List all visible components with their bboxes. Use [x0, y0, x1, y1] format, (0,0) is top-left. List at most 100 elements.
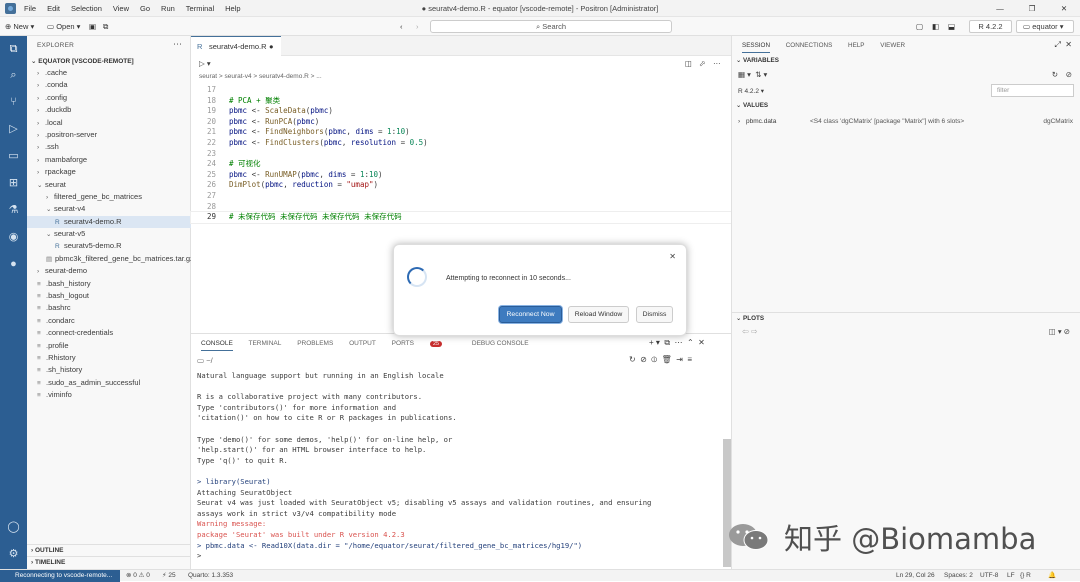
- tab-debug-console[interactable]: DEBUG CONSOLE: [472, 340, 529, 347]
- tab-problems[interactable]: PROBLEMS: [297, 340, 333, 347]
- notifications-icon[interactable]: 🔔: [1048, 570, 1056, 581]
- tree-folder[interactable]: › .conda: [27, 79, 191, 91]
- tree-folder[interactable]: › filtered_gene_bc_matrices: [27, 191, 191, 203]
- explorer-icon[interactable]: ⧉: [6, 42, 21, 57]
- account-icon[interactable]: ◯: [6, 520, 21, 535]
- timeline-section[interactable]: › TIMELINE: [27, 556, 191, 568]
- menu-item-selection[interactable]: Selection: [71, 4, 102, 13]
- variable-row[interactable]: › pbmc.data <S4 class 'dgCMatrix' [packa…: [732, 116, 1080, 128]
- code-line[interactable]: 25 pbmc <- RunUMAP(pbmc, dims = 1:10): [191, 170, 731, 181]
- remote-status[interactable]: Reconnecting to vscode-remote...: [0, 570, 120, 582]
- github-icon[interactable]: ●: [6, 257, 21, 272]
- search-box[interactable]: ⌕ Search: [430, 20, 672, 33]
- tab-help[interactable]: HELP: [848, 42, 864, 49]
- split-icon[interactable]: ⧉: [664, 338, 670, 347]
- code-editor[interactable]: 17 18 # PCA + 聚类 19 pbmc <- ScaleData(pbmc) 2…: [190, 85, 732, 224]
- tree-folder[interactable]: › rpackage: [27, 166, 191, 178]
- run-icon[interactable]: ▷ ▾: [199, 59, 211, 68]
- maximize-panel-icon[interactable]: ⌃: [687, 338, 694, 347]
- tab-console[interactable]: CONSOLE: [201, 340, 233, 351]
- code-line[interactable]: 20 pbmc <- RunPCA(pbmc): [191, 117, 731, 128]
- tree-file[interactable]: ≡ .bash_logout: [27, 290, 191, 302]
- tree-folder[interactable]: ⌄ seurat: [27, 179, 191, 191]
- tree-file[interactable]: ≡ .bash_history: [27, 278, 191, 290]
- code-line[interactable]: 22 pbmc <- FindClusters(pbmc, resolution …: [191, 138, 731, 149]
- dismiss-button[interactable]: Dismiss: [636, 306, 673, 323]
- testing-icon[interactable]: ⚗: [6, 203, 21, 218]
- ports-status[interactable]: ⚡ 25: [162, 570, 176, 581]
- filter-input[interactable]: filter: [991, 84, 1074, 97]
- code-line[interactable]: 19 pbmc <- ScaleData(pbmc): [191, 106, 731, 117]
- layout-icon[interactable]: ▢: [916, 20, 923, 33]
- maximize-button[interactable]: ❐: [1016, 0, 1048, 17]
- r-session-selector[interactable]: R 4.2.2 ▾: [738, 87, 764, 95]
- reconnect-now-button[interactable]: Reconnect Now: [499, 306, 562, 323]
- connections-icon[interactable]: ◉: [6, 230, 21, 245]
- code-line[interactable]: 28: [191, 202, 731, 213]
- menu-item-run[interactable]: Run: [161, 4, 175, 13]
- menu-icon[interactable]: ≡: [687, 355, 692, 364]
- search-icon[interactable]: ⌕: [6, 68, 21, 83]
- breadcrumb[interactable]: seurat > seurat-v4 > seuratv4-demo.R > .…: [199, 73, 322, 80]
- refresh-icon[interactable]: ↻: [1052, 70, 1058, 79]
- tree-file[interactable]: ≡ .bashrc: [27, 302, 191, 314]
- source-control-icon[interactable]: ⑂: [6, 95, 21, 110]
- indentation[interactable]: Spaces: 2: [944, 570, 973, 581]
- tab-ports[interactable]: PORTS 25: [392, 340, 456, 347]
- close-icon[interactable]: ✕: [1065, 40, 1072, 49]
- menu-item-file[interactable]: File: [24, 4, 36, 13]
- tree-file[interactable]: ≡ .connect-credentials: [27, 327, 191, 339]
- split-editor-icon[interactable]: ◫: [685, 59, 692, 68]
- variables-section[interactable]: ⌄ VARIABLES: [736, 57, 779, 64]
- code-line[interactable]: 26 DimPlot(pbmc, reduction = "umap"): [191, 180, 731, 191]
- code-line[interactable]: 29 # 未保存代码 未保存代码 未保存代码 未保存代码: [190, 211, 732, 224]
- tree-folder[interactable]: › .config: [27, 92, 191, 104]
- quarto-status[interactable]: Quarto: 1.3.353: [188, 570, 233, 581]
- panel-toggle-icon[interactable]: ⬓: [948, 20, 955, 33]
- wrap-icon[interactable]: ⇥: [676, 355, 683, 364]
- code-line[interactable]: 23: [191, 149, 731, 160]
- language-mode[interactable]: {} R: [1020, 570, 1031, 581]
- open-button[interactable]: ▭ Open ▾: [47, 20, 80, 33]
- clear-icon[interactable]: ⊘: [1066, 70, 1072, 79]
- cursor-position[interactable]: Ln 29, Col 26: [896, 570, 935, 581]
- maximize-icon[interactable]: ⤢: [1054, 40, 1060, 49]
- code-line[interactable]: 21 pbmc <- FindNeighbors(pbmc, dims = 1:1…: [191, 127, 731, 138]
- tree-folder[interactable]: › mambaforge: [27, 154, 191, 166]
- tree-folder[interactable]: › .ssh: [27, 141, 191, 153]
- run-debug-icon[interactable]: ▷: [6, 122, 21, 137]
- tree-file[interactable]: Rseuratv5-demo.R: [27, 240, 191, 252]
- workspace-selector[interactable]: ▭ equator ▾: [1016, 20, 1074, 33]
- tree-folder[interactable]: › .positron-server: [27, 129, 191, 141]
- sidebar-toggle-icon[interactable]: ◧: [932, 20, 939, 33]
- close-window-button[interactable]: ✕: [1048, 0, 1080, 17]
- code-line[interactable]: 17: [191, 85, 731, 96]
- more-actions-icon[interactable]: ⋯: [713, 59, 721, 68]
- close-panel-icon[interactable]: ✕: [698, 338, 705, 347]
- arrow-right-icon[interactable]: ⇨: [751, 327, 758, 336]
- tab-terminal[interactable]: TERMINAL: [249, 340, 282, 347]
- eol[interactable]: LF: [1007, 570, 1015, 581]
- tree-file[interactable]: Rseuratv4-demo.R: [27, 215, 191, 229]
- tab-output[interactable]: OUTPUT: [349, 340, 376, 347]
- plots-section[interactable]: ⌄ PLOTS: [736, 315, 764, 322]
- remote-explorer-icon[interactable]: ▭: [6, 149, 21, 164]
- open-external-icon[interactable]: ⬀: [699, 59, 705, 68]
- tree-file[interactable]: ≡ .Rhistory: [27, 352, 191, 364]
- tree-file[interactable]: ≡ .condarc: [27, 315, 191, 327]
- menu-item-view[interactable]: View: [113, 4, 129, 13]
- tab-seuratv4-demo[interactable]: R seuratv4-demo.R ●: [191, 36, 281, 56]
- menu-item-go[interactable]: Go: [140, 4, 150, 13]
- tab-viewer[interactable]: VIEWER: [880, 42, 905, 49]
- tree-folder[interactable]: › .duckdb: [27, 104, 191, 116]
- tree-file[interactable]: ≡ .sh_history: [27, 364, 191, 376]
- close-icon[interactable]: ✕: [669, 252, 676, 261]
- arrow-left-icon[interactable]: ⇦: [742, 327, 749, 336]
- workspace-root[interactable]: ⌄ EQUATOR [VSCODE-REMOTE]: [31, 57, 134, 65]
- encoding[interactable]: UTF-8: [980, 570, 998, 581]
- reload-window-button[interactable]: Reload Window: [568, 306, 629, 323]
- interrupt-icon[interactable]: ⦶: [651, 355, 657, 364]
- trash-icon[interactable]: 🗑: [662, 355, 672, 364]
- sort-icon[interactable]: ⇅ ▾: [755, 70, 767, 79]
- tree-file[interactable]: ≡ .sudo_as_admin_successful: [27, 377, 191, 389]
